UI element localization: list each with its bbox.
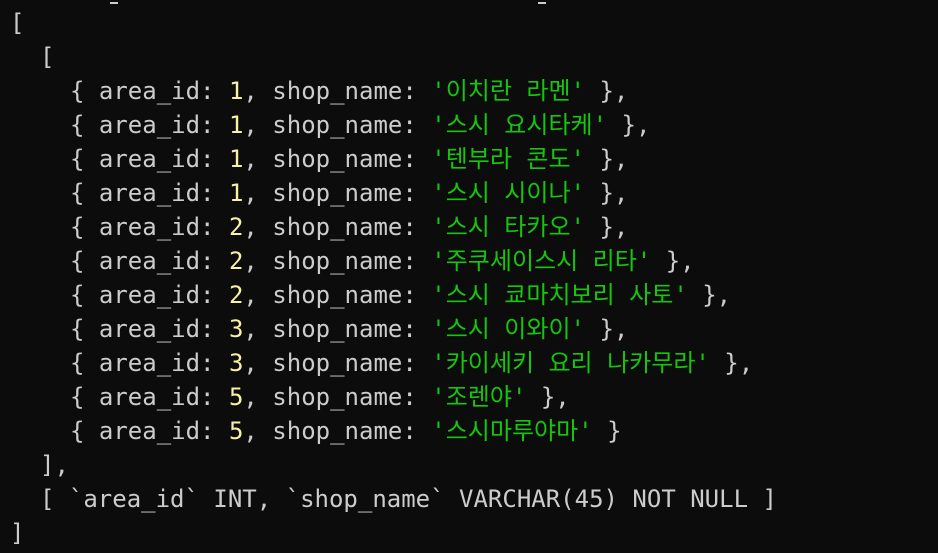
inner-open-bracket: [ xyxy=(40,43,55,71)
clipped-previous-line xyxy=(10,0,546,4)
result-row: { area_id: 3, shop_name: '카이세키 요리 나카무라' … xyxy=(70,349,754,377)
result-row: { area_id: 1, shop_name: '스시 시이나' }, xyxy=(70,179,629,207)
result-row: { area_id: 2, shop_name: '주쿠세이스시 리타' }, xyxy=(70,247,695,275)
result-row: { area_id: 2, shop_name: '스시 타카오' }, xyxy=(70,213,629,241)
result-row: { area_id: 1, shop_name: '스시 요시타케' }, xyxy=(70,111,651,139)
result-row: { area_id: 1, shop_name: '텐부라 콘도' }, xyxy=(70,145,629,173)
result-row: { area_id: 3, shop_name: '스시 이와이' }, xyxy=(70,315,629,343)
outer-close-bracket: ] xyxy=(10,519,25,547)
terminal-output[interactable]: [ [ { area_id: 1, shop_name: '이치란 라멘' },… xyxy=(0,0,938,553)
result-row: { area_id: 1, shop_name: '이치란 라멘' }, xyxy=(70,77,629,105)
result-row: { area_id: 5, shop_name: '스시마루야마' } xyxy=(70,417,622,445)
outer-open-bracket: [ xyxy=(10,9,25,37)
inner-close-bracket: ], xyxy=(40,451,69,479)
result-row: { area_id: 5, shop_name: '조렌야' }, xyxy=(70,383,570,411)
fields-line: [ `area_id` INT, `shop_name` VARCHAR(45)… xyxy=(40,485,777,513)
clipped-glyph xyxy=(110,2,118,4)
result-row: { area_id: 2, shop_name: '스시 쿄마치보리 사토' }… xyxy=(70,281,732,309)
clipped-glyph xyxy=(538,2,546,4)
